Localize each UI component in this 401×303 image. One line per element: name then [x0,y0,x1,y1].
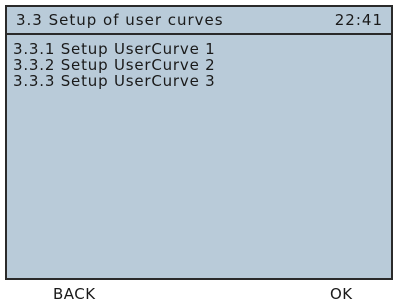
menu-list: 3.3.1 Setup UserCurve 1 3.3.2 Setup User… [13,41,216,89]
header-bar: 3.3 Setup of user curves 22:41 [7,7,391,35]
lcd-screen: 3.3 Setup of user curves 22:41 3.3.1 Set… [5,5,393,280]
menu-item-usercurve-3[interactable]: 3.3.3 Setup UserCurve 3 [13,73,216,89]
softkey-bar: BACK OK [0,282,401,303]
page-title: 3.3 Setup of user curves [16,11,224,29]
menu-item-usercurve-2[interactable]: 3.3.2 Setup UserCurve 2 [13,57,216,73]
ok-button[interactable]: OK [330,285,353,303]
menu-item-usercurve-1[interactable]: 3.3.1 Setup UserCurve 1 [13,41,216,57]
back-button[interactable]: BACK [53,285,96,303]
clock-time: 22:41 [334,11,383,29]
